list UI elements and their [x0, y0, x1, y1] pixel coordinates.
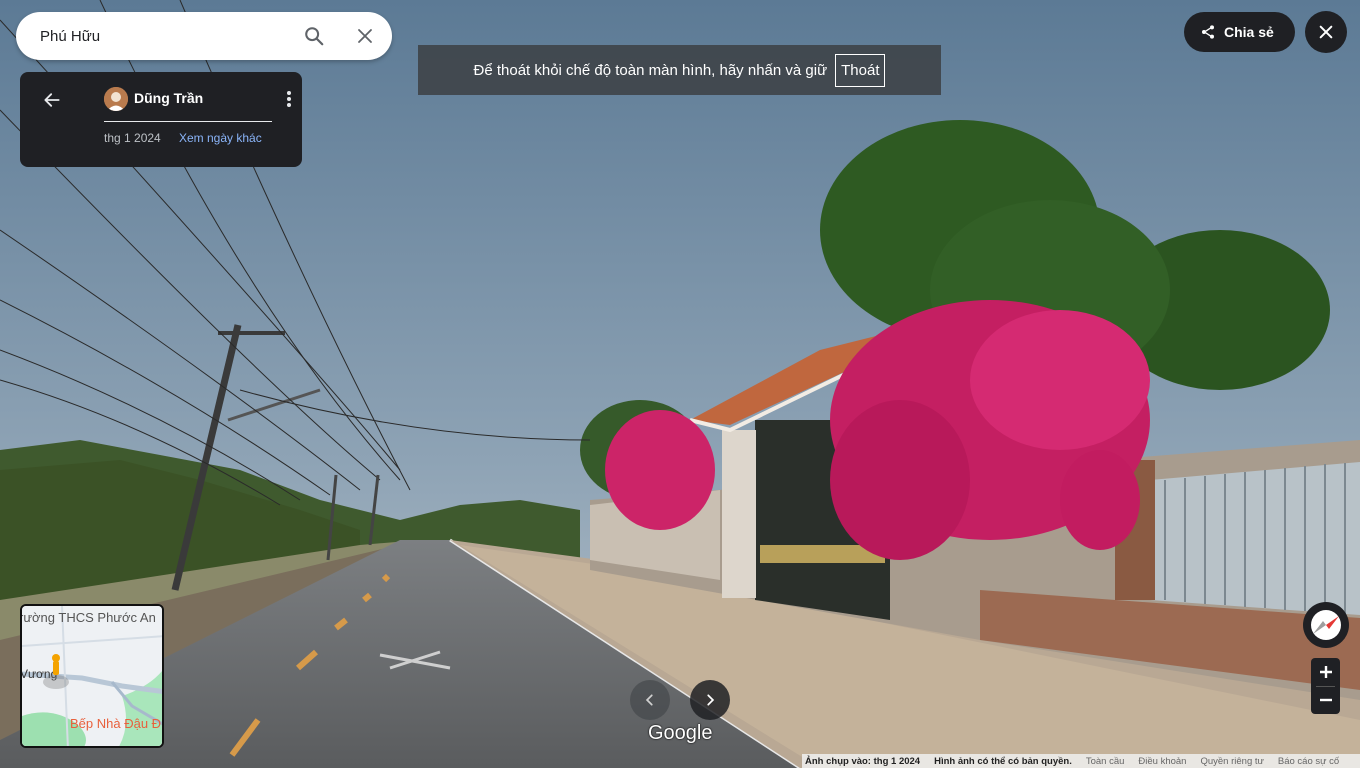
next-photo-button[interactable] — [690, 680, 730, 720]
person-icon — [104, 87, 128, 111]
exit-fullscreen-button[interactable]: Thoát — [835, 53, 886, 87]
share-button[interactable]: Chia sẻ — [1184, 12, 1295, 52]
fullscreen-exit-banner: Để thoát khỏi chế độ toàn màn hình, hãy … — [418, 45, 941, 95]
author-avatar[interactable] — [104, 87, 128, 111]
privacy-link[interactable]: Quyền riêng tư — [1200, 756, 1263, 767]
minus-icon — [1319, 698, 1332, 702]
banner-text: Để thoát khỏi chế độ toàn màn hình, hãy … — [473, 61, 828, 79]
close-icon — [358, 29, 372, 43]
clear-search-button[interactable] — [351, 22, 379, 50]
zoom-controls — [1311, 658, 1340, 714]
arrow-back-icon — [44, 93, 60, 107]
divider — [104, 121, 272, 122]
search-input[interactable] — [40, 27, 290, 45]
compass-button[interactable] — [1303, 602, 1349, 648]
search-box — [16, 12, 392, 60]
see-other-dates-link[interactable]: Xem ngày khác — [179, 131, 262, 145]
more-options-button[interactable] — [278, 88, 300, 110]
google-logo: Google — [648, 722, 713, 744]
minimap[interactable]: rường THCS Phước An Vương Bếp Nhà Đậu Đ — [20, 604, 164, 748]
plus-icon — [1319, 666, 1332, 678]
zoom-out-button[interactable] — [1311, 686, 1340, 714]
share-label: Chia sẻ — [1224, 24, 1274, 40]
pegman-icon — [43, 654, 69, 689]
compass-icon — [1311, 610, 1341, 640]
terms-link[interactable]: Điều khoản — [1138, 756, 1186, 767]
minimap-label: rường THCS Phước An — [20, 610, 156, 625]
close-icon — [1319, 25, 1333, 39]
report-problem-link[interactable]: Báo cáo sự cố — [1278, 756, 1339, 767]
capture-date: thg 1 2024 — [104, 131, 161, 145]
close-street-view-button[interactable] — [1305, 11, 1347, 53]
search-icon — [305, 27, 324, 46]
chevron-right-icon — [707, 694, 715, 706]
attribution-footer: Ảnh chụp vào: thg 1 2024 Hình ảnh có thể… — [802, 754, 1360, 768]
search-button[interactable] — [300, 22, 328, 50]
share-icon — [1202, 25, 1214, 39]
more-vert-icon — [287, 91, 291, 107]
global-link[interactable]: Toàn cầu — [1086, 756, 1125, 767]
copyright-note: Hình ảnh có thể có bản quyền. — [934, 755, 1072, 767]
author-name[interactable]: Dũng Trần — [134, 90, 203, 106]
minimap-label: Bếp Nhà Đậu Đ — [70, 716, 162, 731]
chevron-left-icon — [645, 694, 653, 706]
previous-photo-button[interactable] — [630, 680, 670, 720]
capture-date-note: Ảnh chụp vào: thg 1 2024 — [805, 755, 921, 767]
imagery-info-panel: Dũng Trần thg 1 2024 Xem ngày khác — [20, 72, 302, 167]
back-button[interactable] — [40, 88, 64, 112]
zoom-in-button[interactable] — [1311, 658, 1340, 686]
